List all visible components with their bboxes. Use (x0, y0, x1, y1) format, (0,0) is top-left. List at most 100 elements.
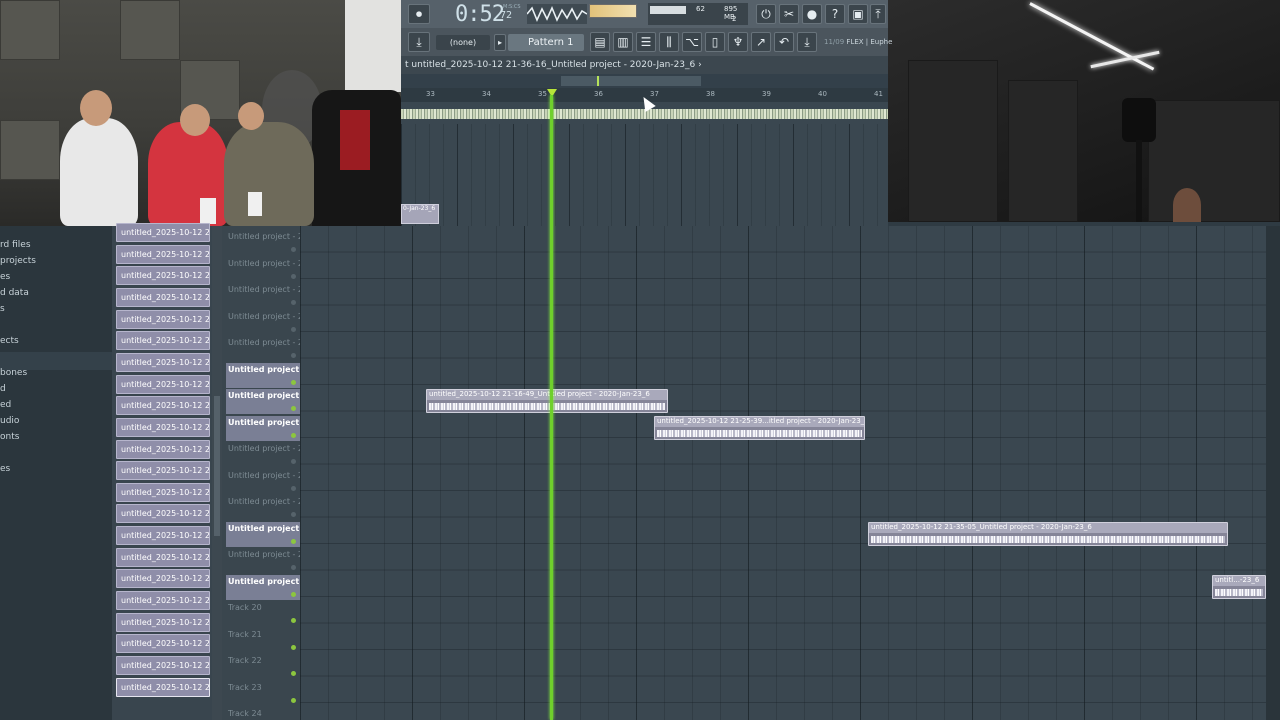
pattern-none-selector[interactable]: (none) (436, 35, 490, 50)
track-mute-led[interactable] (291, 538, 296, 544)
track-mute-led[interactable] (291, 326, 296, 332)
clip-browser-item[interactable]: untitled_2025-10-12 21-... (116, 634, 210, 654)
track-header[interactable]: Untitled project - 2... (226, 389, 300, 414)
playlist-grid[interactable] (300, 226, 1266, 720)
clip-browser-item[interactable]: untitled_2025-10-12 21-... (116, 309, 210, 329)
power-icon[interactable]: ⏻ (756, 4, 776, 24)
track-mute-led[interactable] (291, 565, 296, 570)
track-header[interactable]: Track 23 (226, 681, 300, 706)
browser-icon[interactable]: ⌥ (682, 32, 702, 52)
plugin-icon[interactable]: ♆ (728, 32, 748, 52)
playlist-clip[interactable]: untitl...-23_6 (1212, 575, 1266, 599)
clip-browser-item[interactable]: untitled_2025-10-12 21-... (116, 461, 210, 481)
scroll-thumb[interactable] (214, 396, 220, 536)
track-header[interactable]: Untitled project - 2... (226, 469, 300, 494)
track-mute-led[interactable] (291, 485, 296, 491)
master-volume[interactable] (589, 4, 637, 18)
playlist-clip[interactable]: untitled_2025-10-12 21-25-39...itled pro… (654, 416, 865, 440)
save-icon[interactable]: ▣ (848, 4, 868, 24)
track-header[interactable]: Untitled project - 2... (226, 257, 300, 282)
clip-browser-item[interactable]: untitled_2025-10-12 21-... (116, 526, 210, 546)
playlist-clip[interactable]: untitled_2025-10-12 21-16-49_Untitled pr… (426, 389, 668, 413)
clip-browser-item[interactable]: untitled_2025-10-12 21-... (116, 331, 210, 351)
track-mute-led[interactable] (291, 379, 296, 385)
track-mute-led[interactable] (291, 353, 296, 358)
clip-browser-item[interactable]: untitled_2025-10-12 21-... (116, 439, 210, 459)
playlist-icon[interactable]: ▤ (590, 32, 610, 52)
track-mute-led[interactable] (291, 459, 296, 464)
track-header[interactable]: Untitled project - 2... (226, 362, 300, 388)
sidebar-item[interactable]: es (0, 272, 10, 282)
track-header[interactable]: Untitled project - 2... (226, 548, 300, 573)
playlist-clip[interactable]: untitled_2025-10-12 21-35-05_Untitled pr… (868, 522, 1228, 546)
track-mute-led[interactable] (291, 273, 296, 279)
clip-browser-item[interactable]: untitled_2025-10-12 21-... (116, 396, 210, 416)
sidebar-item[interactable]: ed (0, 400, 11, 410)
clip-browser-item[interactable]: untitled_2025-10-12 21-... (116, 352, 210, 372)
track-header[interactable]: Track 22 (226, 654, 300, 679)
sidebar-item[interactable]: rd files (0, 240, 31, 250)
project-icon[interactable]: ▯ (705, 32, 725, 52)
sidebar-item[interactable]: bones (0, 368, 27, 378)
sidebar-item[interactable]: udio (0, 416, 19, 426)
clip-browser-item[interactable]: untitled_2025-10-12 21-... (116, 374, 210, 394)
track-header[interactable]: Track 24 (226, 707, 300, 720)
track-header[interactable]: Untitled project - 2... (226, 574, 300, 600)
track-mute-led[interactable] (291, 671, 296, 676)
export-icon[interactable]: ⤒ (870, 4, 886, 24)
clip-browser-item[interactable]: untitled_2025-10-12 21-... (116, 287, 210, 307)
playlist-upper-area[interactable] (401, 124, 888, 226)
track-mute-led[interactable] (291, 247, 296, 252)
undo-icon[interactable]: ↶ (774, 32, 794, 52)
clip-browser-item[interactable]: untitled_2025-10-12 21-... (116, 504, 210, 524)
channel-rack-icon[interactable]: ☰ (636, 32, 656, 52)
pattern-selector[interactable]: Pattern 1 (508, 34, 584, 51)
clip-browser-item[interactable]: untitled_2025-10-12 21-... (116, 482, 210, 502)
cut-icon[interactable]: ✂ (779, 4, 799, 24)
track-mute-led[interactable] (291, 644, 296, 650)
sidebar-item[interactable]: onts (0, 432, 19, 442)
clip-browser-item[interactable]: untitled_2025-10-12 21-... (116, 266, 210, 286)
snap-button[interactable]: ⤓ (408, 32, 430, 52)
record-mode-button[interactable]: ⏺ (408, 4, 430, 24)
track-header[interactable]: Untitled project - 2... (226, 336, 300, 361)
clip-browser-item[interactable]: untitled_2025-10-12 21-... (116, 223, 210, 242)
mixer-icon[interactable]: ⫼ (659, 32, 679, 52)
track-header[interactable]: Untitled project - 2... (226, 230, 300, 255)
playlist-minimap[interactable] (401, 74, 888, 88)
clip-browser-item[interactable]: untitled_2025-10-12 21-... (116, 244, 210, 264)
sidebar-item[interactable]: projects (0, 256, 36, 266)
track-header[interactable]: Untitled project - 2... (226, 495, 300, 520)
tempo-icon[interactable]: ↗ (751, 32, 771, 52)
clip-browser-scrollbar[interactable] (212, 226, 222, 720)
piano-roll-icon[interactable]: ▥ (613, 32, 633, 52)
download-icon[interactable]: ⤓ (797, 32, 817, 52)
help-icon[interactable]: ? (825, 4, 845, 24)
time-display[interactable]: 0:52 (455, 2, 505, 27)
track-header[interactable]: Track 21 (226, 628, 300, 653)
clip-browser-item[interactable]: untitled_2025-10-12 21-... (116, 612, 210, 632)
mic-icon[interactable]: ● (802, 4, 822, 24)
sidebar-item[interactable]: d (0, 384, 6, 394)
track-mute-led[interactable] (291, 432, 296, 438)
track-mute-led[interactable] (291, 591, 296, 597)
track-header[interactable]: Track 20 (226, 601, 300, 626)
track-mute-led[interactable] (291, 300, 296, 305)
clip-browser-item[interactable]: untitled_2025-10-12 21-... (116, 677, 210, 697)
clip-browser-item[interactable]: untitled_2025-10-12 21-... (116, 569, 210, 589)
track-header[interactable]: Untitled project - 2... (226, 521, 300, 547)
playlist-clip[interactable]: 0-Jan-23_6 (401, 204, 439, 224)
sidebar-item[interactable]: d data (0, 288, 29, 298)
pattern-prev-icon[interactable]: ▸ (494, 34, 506, 51)
track-mute-led[interactable] (291, 512, 296, 517)
minimap-viewport[interactable] (561, 76, 701, 86)
playlist-scrollbar[interactable] (1266, 226, 1280, 720)
sidebar-item[interactable]: s (0, 304, 5, 314)
sidebar-item[interactable]: ects (0, 336, 19, 346)
clip-browser-item[interactable]: untitled_2025-10-12 21-... (116, 547, 210, 567)
clip-browser-item[interactable]: untitled_2025-10-12 21-... (116, 591, 210, 611)
track-header[interactable]: Untitled project - 2... (226, 283, 300, 308)
track-mute-led[interactable] (291, 618, 296, 623)
track-header[interactable]: Untitled project - 2... (226, 310, 300, 335)
track-header[interactable]: Untitled project - 2... (226, 442, 300, 467)
